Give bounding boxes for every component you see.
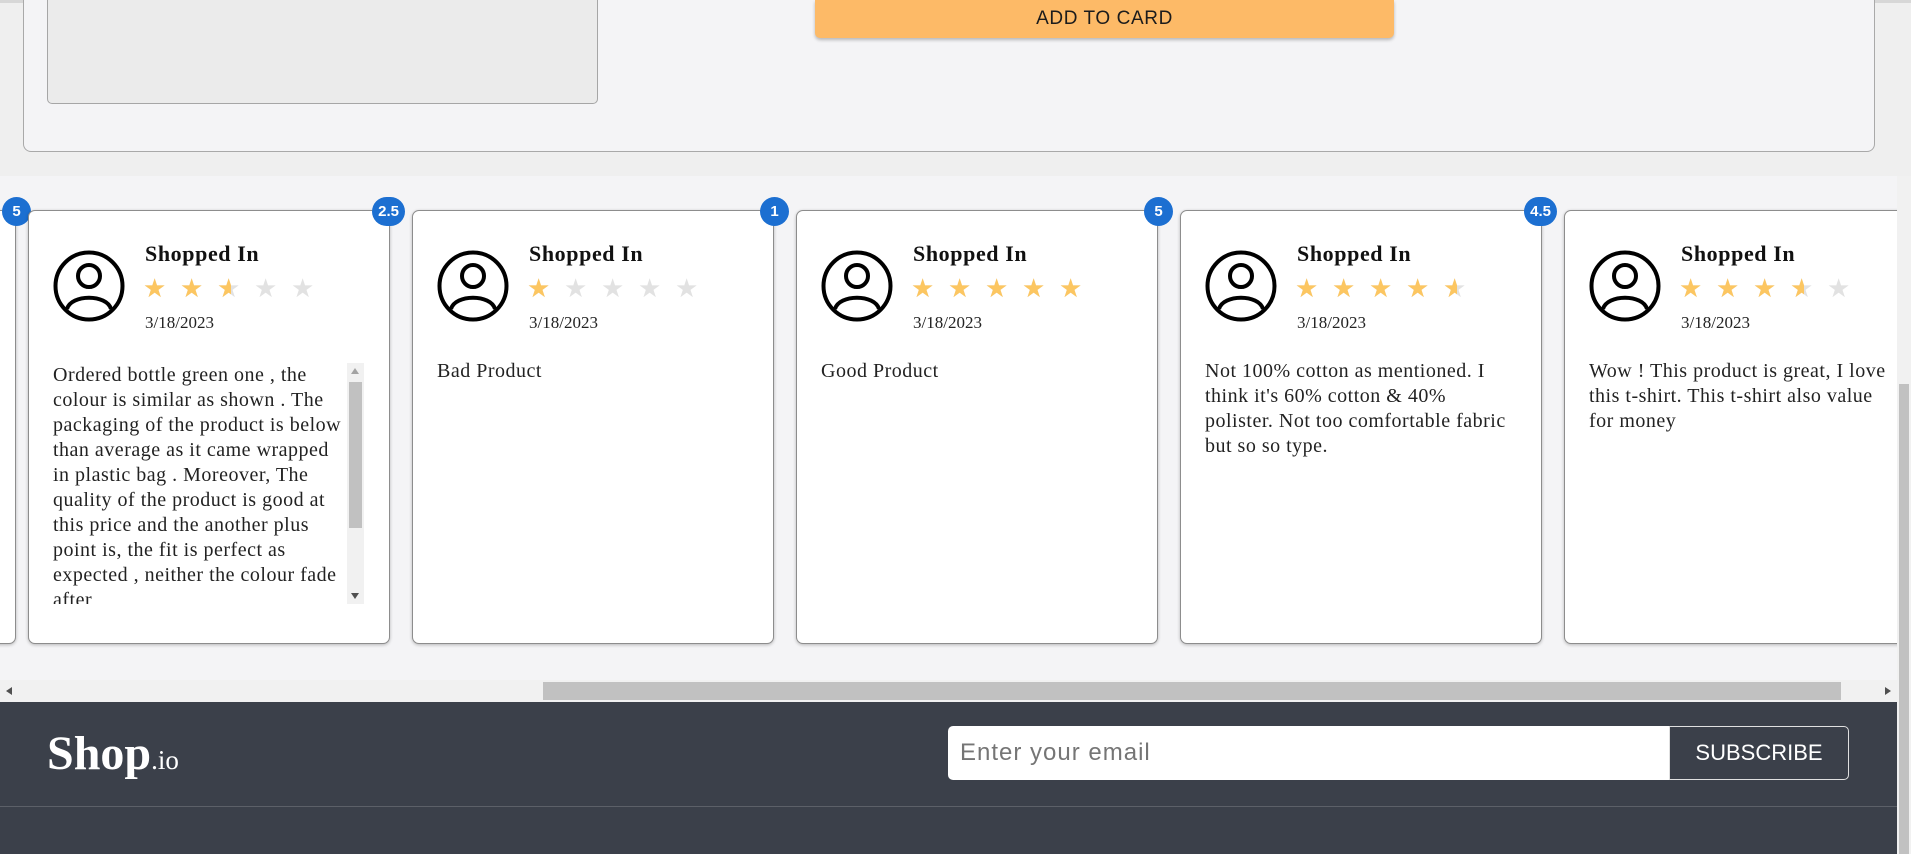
star-icon: ★★: [291, 274, 315, 304]
review-card: 5 Shopped In ★ ★ ★ ★ ★ ★ ★ ★ ★ ★ 3/18/2023 Good Produ…: [796, 197, 1173, 644]
page-vertical-scrollbar[interactable]: [1897, 176, 1911, 854]
star-icon: ★★: [985, 274, 1009, 304]
review-card-partial: 5: [0, 197, 31, 644]
star-icon: ★★: [1827, 274, 1851, 304]
star-icon: ★★: [143, 274, 167, 304]
review-date: 3/18/2023: [913, 313, 982, 332]
star-rating: ★★ ★★ ★★ ★★ ★★: [911, 275, 1087, 303]
scroll-down-arrow-icon[interactable]: [351, 593, 359, 599]
review-date: 3/18/2023: [1681, 313, 1750, 332]
site-footer: Shop.io SUBSCRIBE: [0, 702, 1897, 854]
page-scrollbar-thumb[interactable]: [1899, 384, 1909, 854]
rating-badge: 5: [2, 197, 31, 226]
star-rating: ★★ ★★ ★★ ★★ ★★: [143, 275, 319, 303]
star-icon: ★★: [1369, 274, 1393, 304]
scrollbar-thumb[interactable]: [543, 682, 1841, 700]
logo-suffix: .io: [151, 745, 179, 775]
star-icon: ★★: [1406, 274, 1430, 304]
review-title: Shopped In: [913, 241, 1028, 266]
review-card: 4.5 Shopped In ★ ★ ★ ★ ★ ★ ★ ★ ★ ★ 3/18/2023 Not 100%…: [1180, 197, 1557, 644]
star-icon: ★★: [1022, 274, 1046, 304]
review-text-scrollbar[interactable]: [347, 363, 364, 604]
review-card: 2.5Shopped In★★★★★★★★★★3/18/2023Ordered …: [28, 197, 405, 644]
review-text: Wow ! This product is great, I love this…: [1589, 360, 1886, 432]
review-text-scroll-area[interactable]: Ordered bottle green one , the colour is…: [53, 363, 368, 604]
star-icon: ★★: [254, 274, 278, 304]
star-icon: ★★: [1753, 274, 1777, 304]
review-date: 3/18/2023: [145, 313, 214, 332]
review-date: 3/18/2023: [529, 313, 598, 332]
star-icon: ★★: [601, 274, 625, 304]
star-icon: ★★: [1295, 274, 1319, 304]
star-icon: ★★: [638, 274, 662, 304]
user-avatar-icon: [53, 250, 125, 322]
rating-badge: 5: [1144, 197, 1173, 226]
review-title: Shopped In: [1681, 241, 1796, 266]
review-card: 1Shopped In★★★★★★★★★★3/18/2023Bad Produc…: [412, 197, 789, 644]
review-text: Ordered bottle green one , the colour is…: [53, 364, 342, 604]
user-avatar-icon: [437, 250, 509, 322]
user-avatar-icon: [1205, 250, 1277, 322]
star-icon: ★★: [1679, 274, 1703, 304]
reviews-horizontal-scrollbar[interactable]: [0, 680, 1897, 702]
star-icon: ★★: [527, 274, 551, 304]
star-icon: ★★: [948, 274, 972, 304]
review-text: Good Product: [821, 360, 939, 382]
subscribe-button[interactable]: SUBSCRIBE: [1669, 726, 1849, 780]
review-card: Shopped In★★★★★★★★★★3/18/2023Wow ! This …: [1564, 210, 1897, 644]
user-avatar-icon: [1589, 250, 1661, 322]
site-logo[interactable]: Shop.io: [47, 726, 179, 781]
star-icon: ★★: [1790, 274, 1814, 304]
star-icon: ★★: [1332, 274, 1356, 304]
email-input[interactable]: [948, 726, 1670, 780]
add-to-cart-button[interactable]: ADD TO CARD: [815, 0, 1394, 38]
star-rating: ★★ ★★ ★★ ★★ ★★: [1679, 275, 1855, 303]
scroll-up-arrow-icon[interactable]: [351, 368, 359, 374]
review-title: Shopped In: [145, 241, 260, 266]
product-section: ADD TO CARD: [0, 0, 1911, 176]
star-icon: ★★: [217, 274, 241, 304]
star-icon: ★★: [180, 274, 204, 304]
logo-main: Shop: [47, 727, 152, 780]
star-icon: ★★: [675, 274, 699, 304]
rating-badge: 1: [760, 197, 789, 226]
star-rating: ★★ ★★ ★★ ★★ ★★: [1295, 275, 1471, 303]
review-text: Bad Product: [437, 360, 542, 382]
star-icon: ★★: [1716, 274, 1740, 304]
review-text: Not 100% cotton as mentioned. I think it…: [1205, 360, 1506, 457]
rating-badge: 2.5: [372, 197, 405, 226]
review-title: Shopped In: [1297, 241, 1412, 266]
product-image-box: [47, 0, 598, 104]
scroll-right-arrow-icon[interactable]: [1885, 687, 1891, 695]
review-title: Shopped In: [529, 241, 644, 266]
scroll-left-arrow-icon[interactable]: [6, 687, 12, 695]
user-avatar-icon: [821, 250, 893, 322]
review-date: 3/18/2023: [1297, 313, 1366, 332]
star-icon: ★★: [911, 274, 935, 304]
star-icon: ★★: [564, 274, 588, 304]
scrollbar-thumb[interactable]: [349, 382, 362, 528]
footer-divider: [0, 806, 1897, 807]
reviews-carousel[interactable]: 5 2.5Shopped In★★★★★★★★★★3/18/2023Ordere…: [0, 176, 1897, 681]
star-rating: ★★ ★★ ★★ ★★ ★★: [527, 275, 703, 303]
rating-badge: 4.5: [1524, 197, 1557, 226]
star-icon: ★★: [1443, 274, 1467, 304]
star-icon: ★★: [1059, 274, 1083, 304]
